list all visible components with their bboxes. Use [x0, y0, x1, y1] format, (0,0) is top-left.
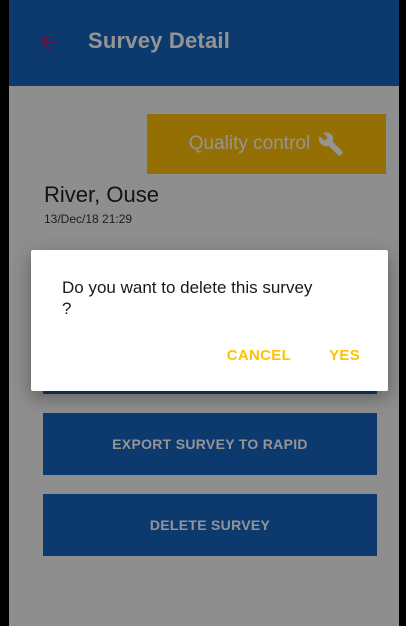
delete-confirm-dialog: Do you want to delete this survey ? CANC…: [31, 250, 388, 391]
cancel-button[interactable]: CANCEL: [227, 347, 291, 364]
dialog-message: Do you want to delete this survey ?: [62, 278, 313, 318]
dialog-actions: CANCEL YES: [227, 347, 360, 364]
yes-button[interactable]: YES: [329, 347, 360, 364]
app-screen: Survey Detail Quality control River, Ous…: [9, 0, 399, 626]
